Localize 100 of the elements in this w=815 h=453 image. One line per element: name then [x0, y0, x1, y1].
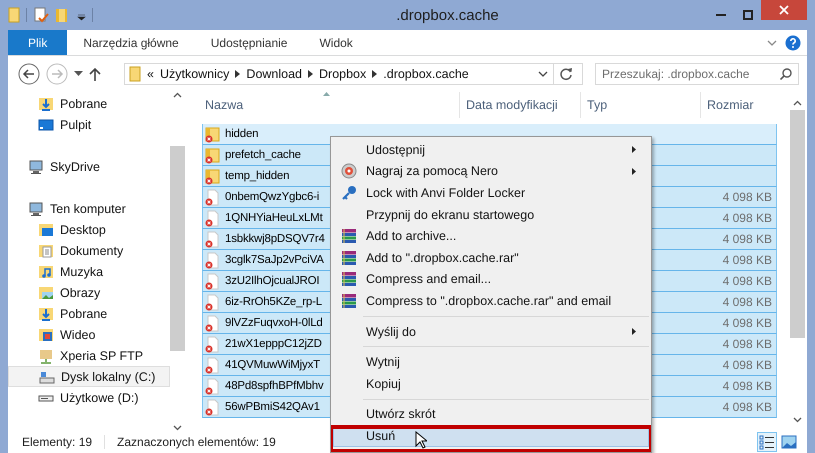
scroll-up-icon[interactable] — [173, 92, 182, 98]
submenu-arrow-icon — [632, 146, 636, 154]
chevron-right-icon[interactable] — [308, 70, 314, 78]
file-name: hidden — [225, 128, 258, 140]
submenu-arrow-icon — [632, 168, 636, 175]
breadcrumb[interactable]: Użytkownicy — [160, 67, 230, 81]
file-name: 3cglk7SaJp2vPciVA — [225, 254, 324, 266]
file-error-icon — [205, 230, 221, 248]
chevron-right-icon[interactable] — [235, 70, 240, 78]
nav-item-label: Wideo — [60, 328, 96, 342]
breadcrumb-overflow[interactable]: « — [147, 67, 154, 81]
nav-item-label: Pulpit — [60, 118, 92, 132]
menu-item[interactable]: Nagraj za pomocą Nero — [333, 160, 649, 182]
desktop-icon — [38, 116, 54, 132]
nav-item[interactable]: Ten komputer — [8, 198, 170, 219]
scroll-up-icon[interactable] — [792, 100, 802, 106]
help-icon[interactable] — [785, 34, 801, 50]
scroll-down-icon[interactable] — [173, 425, 182, 431]
column-header[interactable]: Rozmiar — [700, 92, 778, 118]
menu-item[interactable]: Add to ".dropbox.cache.rar" — [333, 246, 649, 269]
breadcrumb[interactable]: .dropbox.cache — [383, 67, 469, 81]
menu-item[interactable]: Compress to ".dropbox.cache.rar" and email — [333, 290, 649, 312]
nav-item-label: Ten komputer — [50, 202, 126, 216]
nav-item[interactable]: Użytkowe (D:) — [8, 387, 170, 408]
nav-item[interactable]: Dysk lokalny (C:) — [8, 366, 170, 387]
dropdown-icon[interactable] — [74, 71, 83, 77]
scrollbar-thumb[interactable] — [170, 146, 185, 351]
file-name: 0nbemQwzYgbc6-i — [225, 191, 320, 203]
chevron-down-icon[interactable] — [538, 70, 548, 78]
music-folder-icon — [38, 264, 54, 280]
nav-item[interactable]: Desktop — [8, 219, 170, 240]
disc-icon — [341, 163, 357, 180]
nav-item-label: Dokumenty — [60, 244, 124, 258]
large-icons-view-icon — [781, 434, 797, 450]
folder-error-icon — [205, 126, 221, 142]
nav-item[interactable]: SkyDrive — [8, 156, 170, 177]
column-header[interactable]: Typ — [580, 92, 700, 118]
column-header[interactable]: Nazwa — [202, 92, 459, 118]
refresh-icon[interactable] — [559, 67, 573, 81]
size-cell-text: 4 098 KB — [722, 211, 773, 225]
ribbon-tab[interactable]: Udostępnianie — [194, 30, 304, 55]
search-field[interactable]: Przeszukaj: .dropbox.cache — [595, 63, 799, 85]
menu-item[interactable]: Lock with Anvi Folder Locker — [333, 182, 649, 204]
size-cell-text: 4 098 KB — [722, 316, 773, 330]
nav-item[interactable]: Pobrane — [8, 303, 170, 324]
maximize-icon — [742, 10, 752, 20]
pictures-folder-icon — [38, 284, 54, 300]
download-folder-icon — [38, 306, 54, 322]
file-error-icon — [205, 398, 221, 416]
ribbon-tab[interactable]: Widok — [303, 30, 369, 55]
file-error-icon — [205, 210, 221, 226]
details-view-icon — [759, 434, 775, 450]
file-name: 48Pd8spfhBPfMbhv — [225, 380, 324, 392]
selection-count: Zaznaczonych elementów: 19 — [117, 435, 276, 449]
file-error-icon — [205, 356, 221, 374]
nav-item[interactable]: Dokumenty — [8, 240, 170, 261]
file-error-icon — [205, 188, 221, 206]
books-icon — [341, 271, 357, 288]
breadcrumb[interactable]: Download — [246, 67, 302, 81]
file-error-icon — [205, 272, 221, 290]
scrollbar-thumb[interactable] — [790, 110, 804, 338]
nav-item[interactable]: Xperia SP FTP — [8, 345, 170, 366]
menu-item[interactable]: Utwórz skrót — [333, 404, 649, 426]
nav-item[interactable]: Pulpit — [8, 114, 170, 135]
properties-icon[interactable] — [33, 7, 49, 23]
file-menu-tab[interactable]: Plik — [8, 30, 68, 55]
network-folder-icon — [38, 348, 54, 364]
books-icon — [341, 250, 357, 266]
menu-item[interactable]: Wytnij — [333, 351, 649, 373]
nav-item[interactable]: Pobrane — [8, 93, 170, 114]
close-button[interactable] — [761, 0, 807, 20]
menu-item[interactable]: Wyślij do — [333, 320, 649, 342]
ribbon-tab[interactable]: Narzędzia główne — [67, 30, 195, 55]
menu-item[interactable]: Kopiuj — [333, 372, 649, 395]
nav-item[interactable]: Muzyka — [8, 261, 170, 282]
file-error-icon — [205, 294, 221, 310]
file-name: 6iz-RrOh5KZe_rp-L — [225, 296, 322, 308]
size-cell-text: 4 098 KB — [722, 358, 773, 372]
close-icon — [779, 5, 789, 15]
address-bar[interactable]: « Użytkownicy Download Dropbox .dropbox.cache — [124, 63, 583, 85]
key-icon — [341, 184, 357, 201]
view-button[interactable] — [757, 432, 777, 452]
nav-item-label: Dysk lokalny (C:) — [61, 370, 156, 384]
sort-arrow-icon — [323, 92, 330, 96]
folder-error-icon — [205, 146, 221, 164]
nav-item[interactable]: Obrazy — [8, 282, 170, 303]
breadcrumb[interactable]: Dropbox — [319, 67, 366, 81]
column-header[interactable]: Data modyfikacji — [459, 92, 580, 118]
folder-icon — [129, 66, 141, 82]
nav-item[interactable]: Wideo — [8, 324, 170, 345]
folder-error-icon — [205, 168, 221, 184]
menu-item[interactable]: Compress and email... — [333, 268, 649, 290]
size-cell-text: 4 098 KB — [722, 400, 773, 414]
nav-item-label: Muzyka — [60, 264, 104, 278]
scroll-down-icon[interactable] — [792, 417, 802, 423]
up-arrow-icon[interactable] — [89, 67, 101, 81]
back-icon[interactable] — [18, 63, 40, 85]
size-cell-text: 4 098 KB — [722, 253, 773, 267]
chevron-right-icon[interactable] — [372, 70, 378, 78]
nav-item-label: Obrazy — [60, 286, 100, 300]
